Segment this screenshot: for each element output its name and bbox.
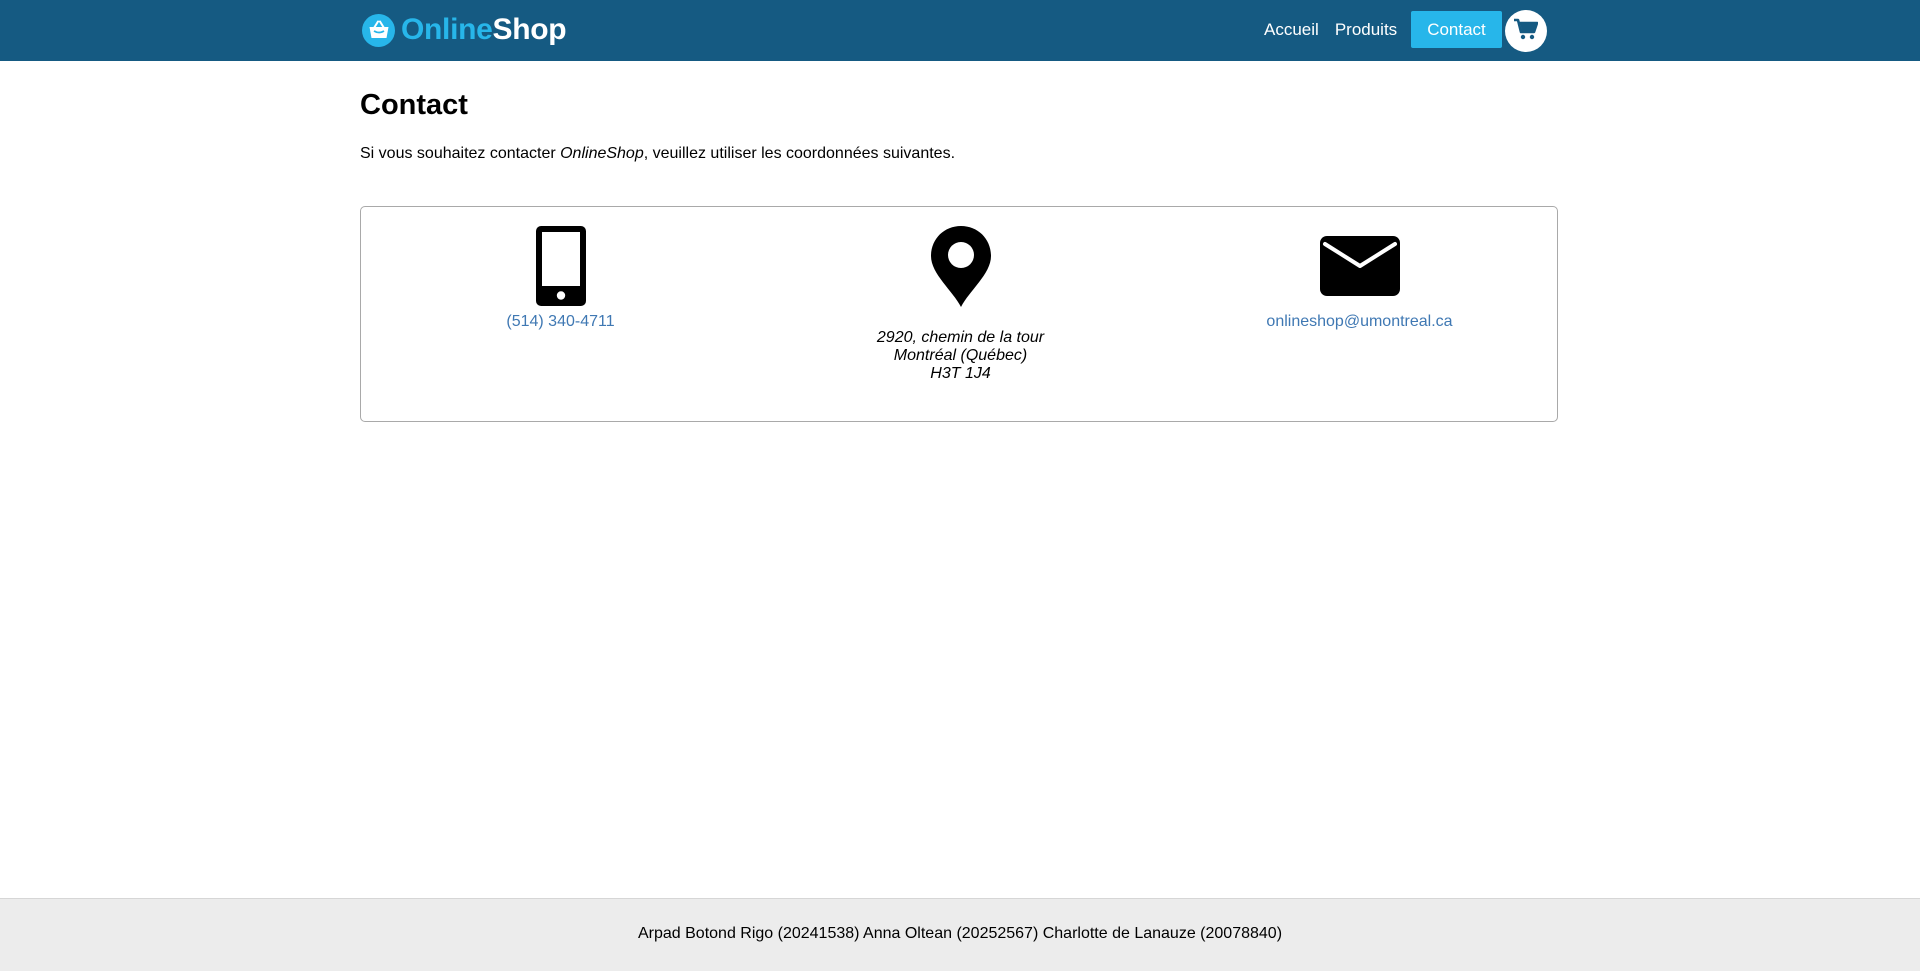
shopping-cart-icon [1514, 18, 1539, 45]
page-footer: Arpad Botond Rigo (20241538) Anna Oltean… [0, 898, 1920, 971]
intro-text: Si vous souhaitez contacter OnlineShop, … [360, 144, 1560, 164]
contact-info-box: (514) 340-4711 2920, chemin de la tour M… [360, 206, 1558, 422]
email-column: onlineshop@umontreal.ca [1160, 207, 1559, 331]
intro-before: Si vous souhaitez contacter [360, 145, 561, 162]
shopping-bag-icon [362, 13, 395, 47]
logo-text-online: Online [401, 13, 493, 46]
intro-brand: OnlineShop [560, 145, 644, 162]
page-title: Contact [360, 89, 468, 121]
address-column: 2920, chemin de la tour Montréal (Québec… [761, 207, 1160, 383]
main-nav: Accueil Produits Contact [1256, 11, 1502, 48]
logo-text-shop: Shop [492, 13, 567, 46]
email-link[interactable]: onlineshop@umontreal.ca [1266, 313, 1452, 330]
intro-after: , veuillez utiliser les coordonnées suiv… [643, 145, 956, 162]
envelope-icon [1160, 236, 1559, 296]
phone-link[interactable]: (514) 340-4711 [506, 313, 614, 330]
footer-credits: Arpad Botond Rigo (20241538) Anna Oltean… [637, 925, 1283, 942]
nav-link-contact[interactable]: Contact [1411, 11, 1502, 48]
map-marker-icon [761, 226, 1160, 307]
address-line-1: 2920, chemin de la tour [876, 329, 1045, 346]
address-line-2: Montréal (Québec) [893, 347, 1028, 364]
cart-button[interactable] [1505, 10, 1547, 52]
main-content: Contact Si vous souhaitez contacter Onli… [360, 61, 1560, 422]
address-line-3: H3T 1J4 [930, 365, 991, 382]
logo-link[interactable]: OnlineShop [362, 11, 567, 49]
phone-column: (514) 340-4711 [361, 207, 760, 331]
nav-link-home[interactable]: Accueil [1256, 11, 1327, 48]
address-block: 2920, chemin de la tour Montréal (Québec… [761, 329, 1160, 383]
logo-text: OnlineShop [401, 13, 567, 47]
top-navbar: OnlineShop Accueil Produits Contact [0, 0, 1920, 61]
mobile-phone-icon [361, 226, 760, 306]
nav-link-products[interactable]: Produits [1327, 11, 1405, 48]
